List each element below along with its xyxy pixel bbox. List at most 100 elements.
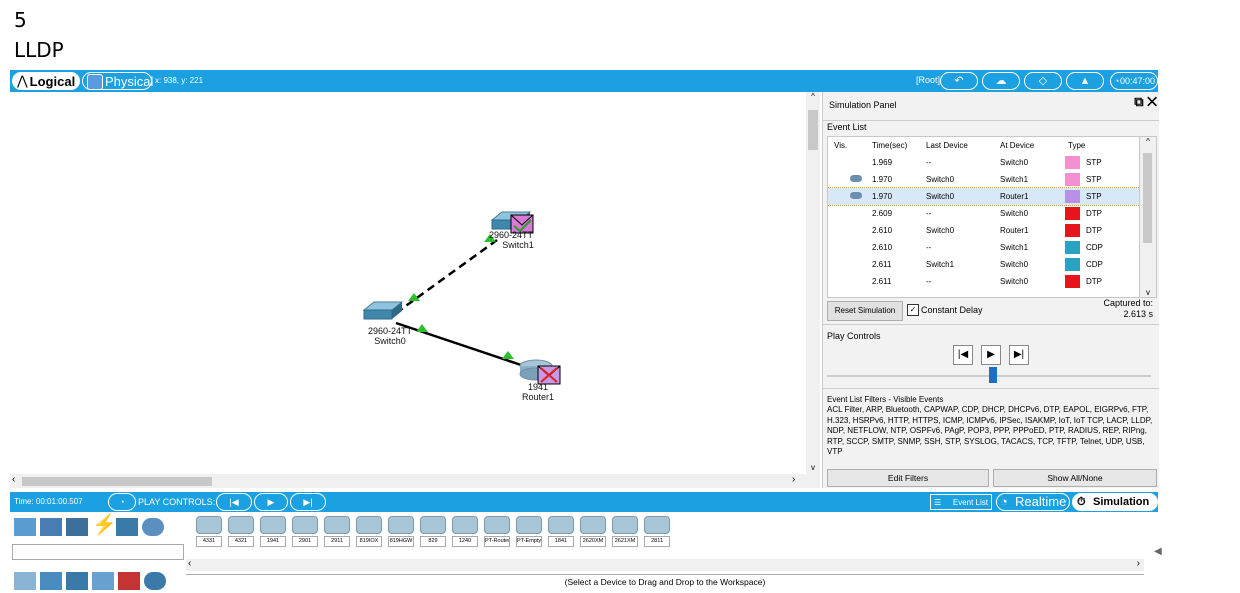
scroll-thumb[interactable] bbox=[1143, 153, 1152, 243]
step-back-icon[interactable]: |◀ bbox=[216, 493, 252, 511]
components-icon[interactable] bbox=[66, 518, 88, 536]
device-model-item[interactable]: 1240 bbox=[452, 516, 478, 552]
show-all-none-button[interactable]: Show All/None bbox=[993, 469, 1157, 487]
visible-eye-icon[interactable] bbox=[850, 175, 862, 182]
device-model-label: 2811 bbox=[644, 536, 670, 547]
tab-logical[interactable]: ⋀ Logical bbox=[12, 72, 80, 90]
wan-emulation-icon[interactable] bbox=[144, 572, 166, 590]
event-list-button-label: Event List bbox=[952, 498, 988, 507]
drag-hint: (Select a Device to Drag and Drop to the… bbox=[186, 574, 1144, 587]
step-forward-icon[interactable]: ▶| bbox=[290, 493, 326, 511]
routers-icon[interactable] bbox=[14, 572, 36, 590]
miscellaneous-icon[interactable] bbox=[116, 518, 138, 536]
simulation-button[interactable]: ⏱ Simulation bbox=[1072, 493, 1158, 511]
device-model-item[interactable]: 829 bbox=[420, 516, 446, 552]
model-list-scrollbar[interactable]: ‹ › bbox=[186, 558, 1144, 571]
device-model-item[interactable]: 1941 bbox=[260, 516, 286, 552]
scroll-thumb[interactable] bbox=[808, 110, 818, 150]
device-model-label: 1941 bbox=[260, 536, 286, 547]
tab-logical-label: Logical bbox=[29, 73, 76, 89]
event-type-swatch bbox=[1065, 190, 1080, 203]
panel-collapse-icon[interactable]: ◀ bbox=[1154, 546, 1162, 557]
play-icon[interactable]: ▶ bbox=[981, 345, 1001, 365]
realtime-button[interactable]: ◔ Realtime bbox=[996, 493, 1070, 511]
event-type-swatch bbox=[1065, 207, 1080, 220]
event-list-button[interactable]: ☰ Event List bbox=[930, 494, 992, 510]
event-row[interactable]: 2.609 -- Switch0 DTP bbox=[828, 205, 1144, 222]
panel-window-controls[interactable]: ⧉ ✕ bbox=[1134, 94, 1157, 110]
move-icon[interactable]: ◇ bbox=[1024, 72, 1062, 90]
visible-eye-icon[interactable] bbox=[850, 192, 862, 199]
workspace-horizontal-scrollbar[interactable]: ‹ › bbox=[10, 474, 820, 488]
device-model-item[interactable]: 1841 bbox=[548, 516, 574, 552]
column-header: Time(sec) bbox=[872, 141, 908, 150]
scroll-up-icon[interactable]: ^ bbox=[806, 92, 820, 101]
device-model-label: 2901 bbox=[292, 536, 318, 547]
cluster-icon[interactable]: ☁ bbox=[982, 72, 1020, 90]
scroll-left-icon[interactable]: ‹ bbox=[188, 558, 191, 569]
logical-workspace[interactable]: 2960-24TT Switch0 2960-24TT Switch1 1941… bbox=[10, 92, 806, 474]
scroll-down-icon[interactable]: v bbox=[1140, 288, 1156, 297]
column-header: Last Device bbox=[926, 141, 968, 150]
router-icon bbox=[260, 516, 286, 534]
event-row[interactable]: 1.969 -- Switch0 STP bbox=[828, 154, 1144, 171]
device-model-item[interactable]: 819HGW bbox=[388, 516, 414, 552]
play-controls-section: Play Controls |◀ ▶ ▶| bbox=[823, 324, 1159, 387]
scroll-left-icon[interactable]: ‹ bbox=[12, 474, 15, 485]
clock[interactable]: ◔ 00:47:00 bbox=[1110, 72, 1158, 90]
event-row[interactable]: 2.611 -- Switch0 DTP bbox=[828, 273, 1144, 290]
event-row[interactable]: 1.970 Switch0 Router1 STP bbox=[828, 187, 1144, 206]
hubs-icon[interactable] bbox=[66, 572, 88, 590]
scroll-right-icon[interactable]: › bbox=[1137, 558, 1140, 569]
tab-physical[interactable]: Physical bbox=[82, 72, 153, 90]
background-image-icon[interactable]: ▲ bbox=[1066, 72, 1104, 90]
device-model-item[interactable]: PT-Router bbox=[484, 516, 510, 552]
root-label[interactable]: [Root] bbox=[916, 75, 940, 85]
simulation-button-label: Simulation bbox=[1093, 496, 1150, 508]
scroll-right-icon[interactable]: › bbox=[792, 474, 795, 485]
device-model-item[interactable]: 2901 bbox=[292, 516, 318, 552]
event-at-device: Switch0 bbox=[1000, 260, 1029, 269]
device-palette: ⚡ 4331 4321 1941 2901 2911 819IOX 819HGW 829 124… bbox=[10, 512, 1162, 593]
device-model-label: 2621XM bbox=[612, 536, 638, 547]
step-back-icon[interactable]: |◀ bbox=[953, 345, 973, 365]
reset-simulation-button[interactable]: Reset Simulation bbox=[827, 301, 903, 321]
step-forward-icon[interactable]: ▶| bbox=[1009, 345, 1029, 365]
event-list-scrollbar[interactable]: ^ v bbox=[1139, 136, 1157, 298]
device-model-item[interactable]: 2911 bbox=[324, 516, 350, 552]
connections-icon[interactable]: ⚡ bbox=[92, 515, 117, 535]
event-row[interactable]: 2.610 Switch0 Router1 DTP bbox=[828, 222, 1144, 239]
speed-slider-thumb[interactable] bbox=[989, 367, 997, 383]
event-at-device: Switch0 bbox=[1000, 209, 1029, 218]
caption-line1: 5 bbox=[14, 8, 27, 32]
constant-delay-checkbox[interactable]: ✓ bbox=[907, 304, 919, 316]
device-model-item[interactable]: PT-Empty bbox=[516, 516, 542, 552]
device-model-item[interactable]: 2620XM bbox=[580, 516, 606, 552]
router-icon bbox=[228, 516, 254, 534]
event-row[interactable]: 2.610 -- Switch1 CDP bbox=[828, 239, 1144, 256]
device-model-item[interactable]: 4321 bbox=[228, 516, 254, 552]
event-at-device: Switch0 bbox=[1000, 277, 1029, 286]
device-model-item[interactable]: 2621XM bbox=[612, 516, 638, 552]
device-model-item[interactable]: 2811 bbox=[644, 516, 670, 552]
device-model-item[interactable]: 819IOX bbox=[356, 516, 382, 552]
device-model-item[interactable]: 4331 bbox=[196, 516, 222, 552]
event-row[interactable]: 1.970 Switch0 Switch1 STP bbox=[828, 171, 1144, 188]
scroll-thumb[interactable] bbox=[22, 477, 212, 486]
event-type: DTP bbox=[1086, 277, 1102, 286]
network-devices-icon[interactable] bbox=[14, 518, 36, 536]
scroll-down-icon[interactable]: v bbox=[806, 463, 820, 472]
wireless-devices-icon[interactable] bbox=[92, 572, 114, 590]
scroll-up-icon[interactable]: ^ bbox=[1140, 137, 1156, 146]
multiuser-icon[interactable] bbox=[142, 518, 164, 536]
security-icon[interactable] bbox=[118, 572, 140, 590]
switches-icon[interactable] bbox=[40, 572, 62, 590]
back-icon[interactable]: ↶ bbox=[940, 72, 978, 90]
end-devices-icon[interactable] bbox=[40, 518, 62, 536]
play-icon[interactable]: ▶ bbox=[254, 493, 288, 511]
workspace-vertical-scrollbar[interactable]: ^ v bbox=[806, 92, 820, 474]
edit-filters-button[interactable]: Edit Filters bbox=[827, 469, 989, 487]
event-time: 2.611 bbox=[872, 260, 892, 269]
reset-time-icon[interactable]: ◔ bbox=[108, 493, 136, 511]
event-row[interactable]: 2.611 Switch1 Switch0 CDP bbox=[828, 256, 1144, 273]
